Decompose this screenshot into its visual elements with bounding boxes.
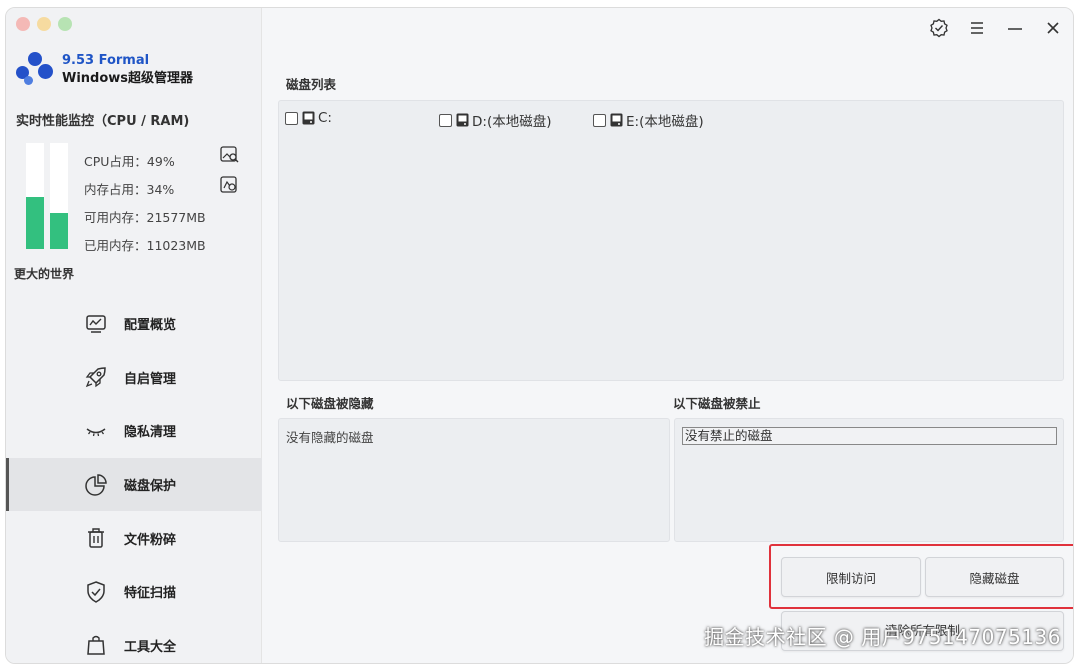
title-bar-actions <box>929 18 1063 38</box>
sidebar-item-toolbox[interactable]: 工具大全 <box>6 619 262 663</box>
window-controls <box>16 17 72 31</box>
cpu-usage-bar <box>26 143 44 249</box>
badge-check-icon[interactable] <box>929 18 949 38</box>
close-dot[interactable] <box>16 17 30 31</box>
hard-drive-icon <box>610 113 623 127</box>
sidebar-item-label: 文件粉碎 <box>124 532 177 548</box>
disk-c-label: C: <box>318 110 332 126</box>
sidebar-item-label: 配置概览 <box>124 318 177 334</box>
sidebar-item-disk-protection[interactable]: 磁盘保护 <box>6 457 262 512</box>
disk-e-label: E:(本地磁盘) <box>626 114 704 130</box>
sidebar-item-overview[interactable]: 配置概览 <box>6 297 262 351</box>
ram-usage-bar <box>50 143 68 249</box>
file-settings-icon[interactable] <box>220 176 240 194</box>
disk-item-d[interactable]: D:(本地磁盘) <box>439 110 551 130</box>
forbidden-disks-field[interactable]: 没有禁止的磁盘 <box>682 427 1057 445</box>
sidebar-item-label: 特征扫描 <box>124 586 177 602</box>
sidebar-item-privacy[interactable]: 隐私清理 <box>6 404 262 458</box>
three-dot-logo-icon <box>16 52 56 88</box>
hide-disk-button[interactable]: 隐藏磁盘 <box>925 557 1064 597</box>
menu-icon[interactable] <box>967 18 987 38</box>
app-window: 9.53 Formal Windows超级管理器 实时性能监控（CPU / RA… <box>5 7 1074 664</box>
sidebar-item-startup[interactable]: 自启管理 <box>6 351 262 405</box>
sidebar-item-label: 自启管理 <box>124 371 177 387</box>
perf-monitor-title: 实时性能监控（CPU / RAM) <box>16 114 190 129</box>
ram-usage-fill <box>50 212 68 249</box>
sidebar-item-file-shredder[interactable]: 文件粉碎 <box>6 511 262 565</box>
rocket-icon <box>84 365 108 389</box>
image-search-icon[interactable] <box>220 146 240 164</box>
perf-bars <box>26 143 68 249</box>
pie-chart-icon <box>84 473 108 497</box>
sidebar-item-label: 工具大全 <box>124 639 177 655</box>
disk-list-panel <box>278 100 1064 381</box>
close-icon[interactable] <box>1043 18 1063 38</box>
sidebar: 9.53 Formal Windows超级管理器 实时性能监控（CPU / RA… <box>6 8 262 663</box>
forbidden-disks-label: 以下磁盘被禁止 <box>673 396 761 411</box>
app-name: Windows超级管理器 <box>62 71 194 86</box>
bag-icon <box>84 633 108 657</box>
forbidden-disks-panel: 没有禁止的磁盘 <box>674 418 1064 542</box>
hidden-disks-label: 以下磁盘被隐藏 <box>286 396 374 411</box>
sidebar-nav: 配置概览 自启管理 隐私清理 磁盘保护 文件粉碎 特征扫描 工具大全 <box>6 297 262 663</box>
app-version: 9.53 Formal <box>62 53 150 68</box>
minimize-icon[interactable] <box>1005 18 1025 38</box>
cpu-usage-text: CPU占用：49% <box>84 154 175 169</box>
disk-c-checkbox[interactable] <box>285 111 298 125</box>
used-memory-text: 已用内存：11023MB <box>84 238 206 253</box>
sidebar-item-feature-scan[interactable]: 特征扫描 <box>6 565 262 619</box>
bigger-world-label: 更大的世界 <box>14 267 75 281</box>
disk-item-c[interactable]: C: <box>285 110 332 126</box>
perf-stats: CPU占用：49% 内存占用：34% 可用内存：21577MB 已用内存：110… <box>84 148 206 260</box>
disk-d-checkbox[interactable] <box>439 113 452 127</box>
shield-check-icon <box>84 580 108 604</box>
disk-list-label: 磁盘列表 <box>286 77 337 92</box>
sidebar-item-label: 磁盘保护 <box>124 479 177 495</box>
watermark: 掘金技术社区 @ 用户975147075136 <box>704 625 1061 649</box>
hidden-disks-panel: 没有隐藏的磁盘 <box>278 418 670 542</box>
closed-eye-icon <box>84 419 108 443</box>
disk-item-e[interactable]: E:(本地磁盘) <box>593 110 704 130</box>
trash-icon <box>84 526 108 550</box>
sidebar-item-label: 隐私清理 <box>124 425 177 441</box>
hard-drive-icon <box>456 113 469 127</box>
disk-d-label: D:(本地磁盘) <box>472 114 552 130</box>
cpu-usage-fill <box>26 197 44 249</box>
main-content: 磁盘列表 C: D:(本地磁盘) E:(本地磁盘) 以下磁盘被隐藏 以下磁盘被禁… <box>263 8 1073 663</box>
ram-usage-text: 内存占用：34% <box>84 182 175 197</box>
monitor-chart-icon <box>84 312 108 336</box>
hard-drive-icon <box>302 111 315 125</box>
disk-e-checkbox[interactable] <box>593 113 606 127</box>
restrict-access-button[interactable]: 限制访问 <box>781 557 921 597</box>
maximize-dot[interactable] <box>58 17 72 31</box>
available-memory-text: 可用内存：21577MB <box>84 210 206 225</box>
minimize-dot[interactable] <box>37 17 51 31</box>
hidden-disks-text: 没有隐藏的磁盘 <box>286 430 374 445</box>
brand: 9.53 Formal Windows超级管理器 <box>16 52 193 88</box>
